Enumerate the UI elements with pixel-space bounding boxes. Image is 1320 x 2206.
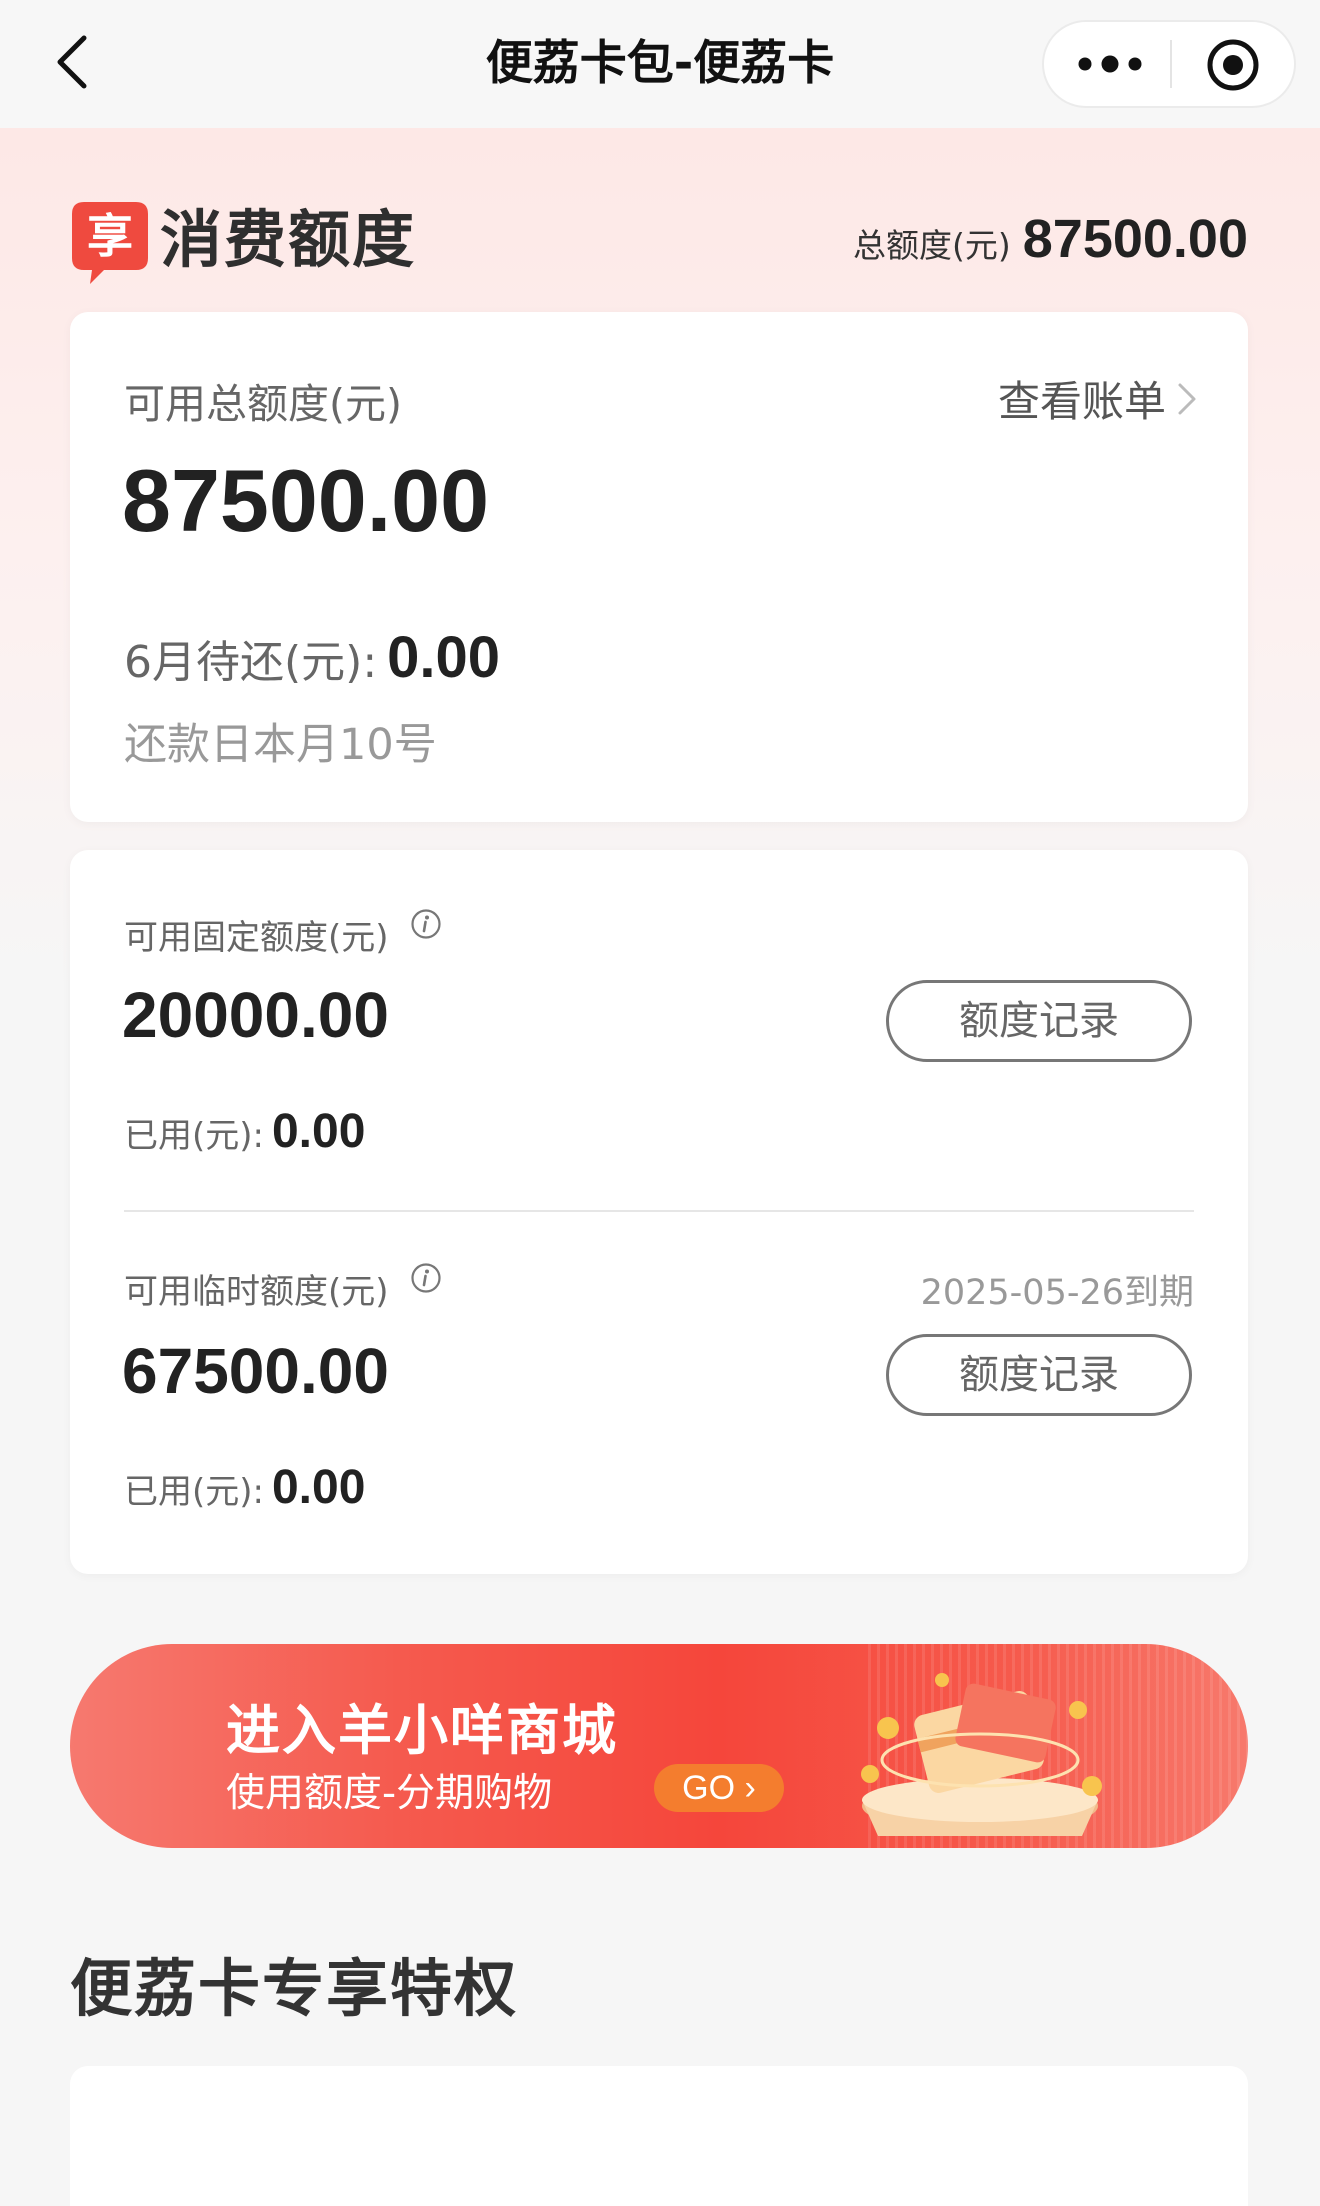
page-title: 便荔卡包-便荔卡	[485, 36, 835, 91]
used-value: 0.00	[271, 1105, 366, 1158]
used-value: 0.00	[271, 1461, 366, 1514]
temp-quota-used: 已用(元): 0.00	[124, 1460, 365, 1515]
repay-date: 还款日本月10号	[124, 720, 437, 770]
capsule-divider	[1170, 40, 1172, 88]
fixed-quota-used: 已用(元): 0.00	[124, 1104, 365, 1159]
divider	[124, 1210, 1194, 1212]
mall-banner[interactable]: 进入羊小咩商城 使用额度-分期购物 GO ›	[70, 1644, 1248, 1848]
fixed-quota-record-button[interactable]: 额度记录	[886, 980, 1192, 1062]
banner-subtitle: 使用额度-分期购物	[226, 1771, 553, 1816]
info-icon[interactable]	[410, 908, 442, 940]
banner-title: 进入羊小咩商城	[226, 1699, 618, 1762]
logo-text: 享	[87, 209, 133, 263]
go-label: GO	[682, 1769, 736, 1807]
nav-bar: 便荔卡包-便荔卡	[0, 0, 1320, 128]
section-title: 消费额度	[160, 203, 417, 276]
total-quota-value: 87500.00	[1022, 209, 1248, 269]
used-label: 已用(元):	[124, 1116, 264, 1156]
available-summary-card: 可用总额度(元) 查看账单 87500.00 6月待还(元): 0.00 还款日…	[70, 312, 1248, 822]
chevron-right-icon	[1178, 383, 1196, 414]
more-dots-icon[interactable]	[1072, 42, 1148, 86]
temp-quota-record-button[interactable]: 额度记录	[886, 1334, 1192, 1416]
due-value: 0.00	[387, 625, 501, 690]
due-label: 6月待还(元):	[124, 637, 378, 688]
available-total-value: 87500.00	[122, 451, 490, 550]
privileges-card	[70, 2066, 1248, 2206]
shopping-card-illustration	[861, 1673, 1102, 1836]
share-badge-icon: 享	[72, 202, 148, 284]
chevron-left-icon[interactable]	[44, 30, 108, 94]
quota-detail-card: 可用固定额度(元) 20000.00 额度记录 已用(元): 0.00 可用临时…	[70, 850, 1248, 1574]
view-bill-link[interactable]: 查看账单	[998, 368, 1198, 429]
used-label: 已用(元):	[124, 1472, 264, 1512]
info-icon[interactable]	[410, 1262, 442, 1294]
temp-quota-expiry: 2025-05-26到期	[920, 1273, 1194, 1313]
go-button[interactable]: GO ›	[654, 1764, 784, 1812]
chevron-right-icon: ›	[744, 1769, 756, 1807]
privileges-title: 便荔卡专享特权	[70, 1952, 519, 2025]
fixed-quota-label: 可用固定额度(元)	[124, 918, 389, 958]
close-target-icon[interactable]	[1204, 36, 1262, 94]
total-quota: 总额度(元) 87500.00	[853, 208, 1248, 278]
view-bill-label: 查看账单	[997, 377, 1166, 426]
mini-program-capsule	[1042, 20, 1296, 108]
available-total-label: 可用总额度(元)	[124, 380, 402, 428]
temp-quota-value: 67500.00	[122, 1335, 389, 1407]
temp-quota-label: 可用临时额度(元)	[124, 1272, 389, 1312]
total-quota-label: 总额度(元)	[853, 226, 1011, 265]
due-amount: 6月待还(元): 0.00	[124, 624, 500, 691]
fixed-quota-value: 20000.00	[122, 979, 389, 1051]
